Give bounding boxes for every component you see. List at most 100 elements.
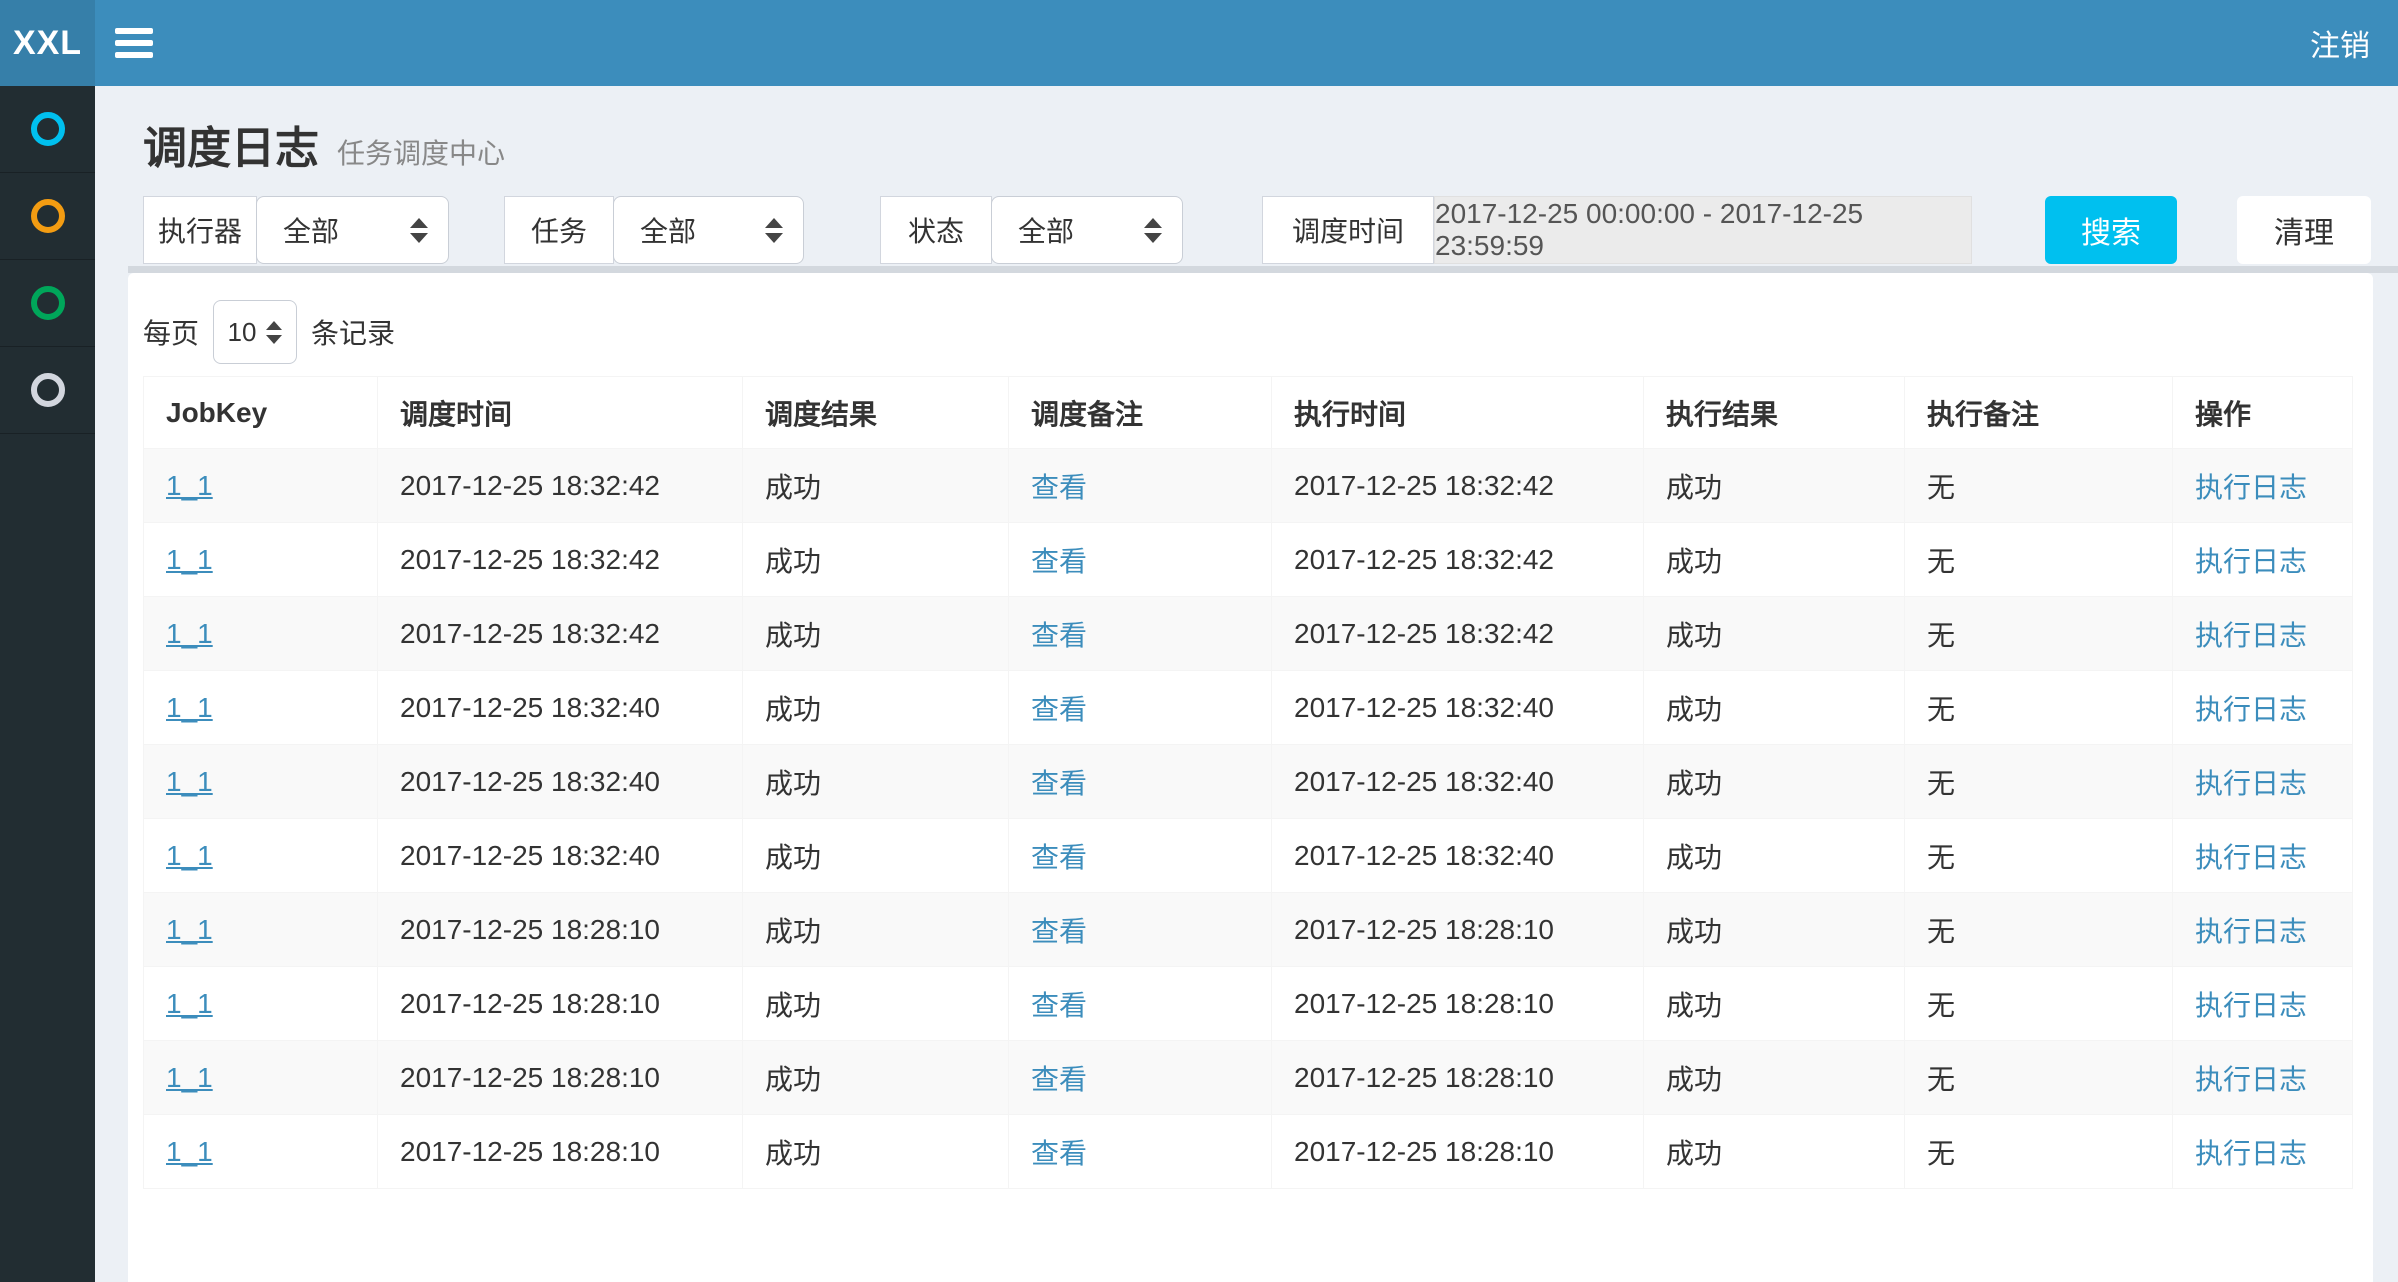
- trigger-result-cell: 成功: [743, 449, 1009, 523]
- col-handle-result: 执行结果: [1644, 377, 1905, 449]
- col-handle-msg: 执行备注: [1905, 377, 2173, 449]
- handle-time-cell: 2017-12-25 18:32:42: [1272, 449, 1644, 523]
- col-trigger-time: 调度时间: [378, 377, 743, 449]
- table-row: 1_1 2017-12-25 18:32:42 成功 查看 2017-12-25…: [144, 597, 2353, 671]
- handle-result-cell: 成功: [1644, 671, 1905, 745]
- handle-msg-cell: 无: [1905, 671, 2173, 745]
- job-key-link[interactable]: 1_1: [166, 1136, 213, 1167]
- status-filter-label: 状态: [880, 196, 992, 264]
- job-key-link[interactable]: 1_1: [166, 914, 213, 945]
- handle-time-cell: 2017-12-25 18:28:10: [1272, 1041, 1644, 1115]
- trigger-result-cell: 成功: [743, 893, 1009, 967]
- col-handle-time: 执行时间: [1272, 377, 1644, 449]
- trigger-msg-link[interactable]: 查看: [1031, 990, 1087, 1021]
- table-row: 1_1 2017-12-25 18:32:40 成功 查看 2017-12-25…: [144, 745, 2353, 819]
- handle-time-cell: 2017-12-25 18:28:10: [1272, 1115, 1644, 1189]
- exec-log-link[interactable]: 执行日志: [2195, 694, 2307, 725]
- app-logo: XXL: [0, 0, 95, 86]
- exec-log-link[interactable]: 执行日志: [2195, 842, 2307, 873]
- logout-button[interactable]: 注销: [2310, 21, 2370, 65]
- trigger-result-cell: 成功: [743, 1115, 1009, 1189]
- trigger-msg-link[interactable]: 查看: [1031, 472, 1087, 503]
- trigger-msg-link[interactable]: 查看: [1031, 1138, 1087, 1169]
- exec-log-link[interactable]: 执行日志: [2195, 768, 2307, 799]
- trigger-result-cell: 成功: [743, 597, 1009, 671]
- trigger-msg-link[interactable]: 查看: [1031, 546, 1087, 577]
- handle-result-cell: 成功: [1644, 523, 1905, 597]
- circle-o-icon: [31, 373, 65, 407]
- executor-select[interactable]: 全部: [256, 196, 449, 264]
- job-key-link[interactable]: 1_1: [166, 1062, 213, 1093]
- exec-log-link[interactable]: 执行日志: [2195, 620, 2307, 651]
- trigger-msg-link[interactable]: 查看: [1031, 1064, 1087, 1095]
- trigger-time-cell: 2017-12-25 18:32:40: [378, 671, 743, 745]
- handle-msg-cell: 无: [1905, 893, 2173, 967]
- sidebar-toggle-button[interactable]: [95, 0, 173, 86]
- trigger-time-range-input[interactable]: 2017-12-25 00:00:00 - 2017-12-25 23:59:5…: [1434, 196, 1972, 264]
- table-row: 1_1 2017-12-25 18:32:40 成功 查看 2017-12-25…: [144, 671, 2353, 745]
- executor-filter-label: 执行器: [143, 196, 257, 264]
- trigger-result-cell: 成功: [743, 671, 1009, 745]
- content-panel: 每页 10 条记录 JobKey 调度时间 调度结果 调度备注 执行时间 执行结…: [128, 273, 2373, 1282]
- circle-o-icon: [31, 112, 65, 146]
- trigger-time-cell: 2017-12-25 18:32:40: [378, 745, 743, 819]
- trigger-result-cell: 成功: [743, 967, 1009, 1041]
- clear-button[interactable]: 清理: [2237, 196, 2371, 264]
- exec-log-link[interactable]: 执行日志: [2195, 916, 2307, 947]
- exec-log-link[interactable]: 执行日志: [2195, 546, 2307, 577]
- job-select[interactable]: 全部: [613, 196, 804, 264]
- handle-result-cell: 成功: [1644, 745, 1905, 819]
- handle-result-cell: 成功: [1644, 819, 1905, 893]
- page-size-suffix: 条记录: [311, 312, 395, 352]
- content-area: 调度日志 任务调度中心 执行器 全部 任务 全部 状态 全部 调度时间 2017…: [95, 86, 2398, 1282]
- col-jobkey: JobKey: [144, 377, 378, 449]
- handle-result-cell: 成功: [1644, 893, 1905, 967]
- search-button[interactable]: 搜索: [2045, 196, 2177, 264]
- job-key-link[interactable]: 1_1: [166, 988, 213, 1019]
- trigger-msg-link[interactable]: 查看: [1031, 768, 1087, 799]
- handle-msg-cell: 无: [1905, 819, 2173, 893]
- sidebar-nav: [0, 86, 95, 1282]
- handle-result-cell: 成功: [1644, 597, 1905, 671]
- select-stepper-icon: [1144, 218, 1162, 243]
- handle-result-cell: 成功: [1644, 1115, 1905, 1189]
- page-size-select[interactable]: 10: [213, 300, 297, 364]
- log-table: JobKey 调度时间 调度结果 调度备注 执行时间 执行结果 执行备注 操作 …: [143, 376, 2353, 1189]
- trigger-msg-link[interactable]: 查看: [1031, 842, 1087, 873]
- trigger-time-cell: 2017-12-25 18:28:10: [378, 1041, 743, 1115]
- nav-item-1[interactable]: [0, 86, 95, 173]
- trigger-msg-link[interactable]: 查看: [1031, 694, 1087, 725]
- job-key-link[interactable]: 1_1: [166, 470, 213, 501]
- job-key-link[interactable]: 1_1: [166, 618, 213, 649]
- trigger-result-cell: 成功: [743, 523, 1009, 597]
- status-select[interactable]: 全部: [991, 196, 1183, 264]
- nav-item-2[interactable]: [0, 173, 95, 260]
- exec-log-link[interactable]: 执行日志: [2195, 990, 2307, 1021]
- job-key-link[interactable]: 1_1: [166, 766, 213, 797]
- handle-time-cell: 2017-12-25 18:32:40: [1272, 819, 1644, 893]
- handle-time-cell: 2017-12-25 18:28:10: [1272, 967, 1644, 1041]
- trigger-result-cell: 成功: [743, 745, 1009, 819]
- toolbar-divider: [128, 266, 2398, 273]
- trigger-msg-link[interactable]: 查看: [1031, 620, 1087, 651]
- exec-log-link[interactable]: 执行日志: [2195, 472, 2307, 503]
- nav-item-4[interactable]: [0, 347, 95, 434]
- table-row: 1_1 2017-12-25 18:32:42 成功 查看 2017-12-25…: [144, 449, 2353, 523]
- job-key-link[interactable]: 1_1: [166, 840, 213, 871]
- page-header: 调度日志 任务调度中心: [95, 86, 2398, 176]
- exec-log-link[interactable]: 执行日志: [2195, 1138, 2307, 1169]
- job-key-link[interactable]: 1_1: [166, 544, 213, 575]
- handle-msg-cell: 无: [1905, 1115, 2173, 1189]
- job-key-link[interactable]: 1_1: [166, 692, 213, 723]
- exec-log-link[interactable]: 执行日志: [2195, 1064, 2307, 1095]
- handle-msg-cell: 无: [1905, 597, 2173, 671]
- table-row: 1_1 2017-12-25 18:28:10 成功 查看 2017-12-25…: [144, 1115, 2353, 1189]
- trigger-time-cell: 2017-12-25 18:28:10: [378, 893, 743, 967]
- trigger-msg-link[interactable]: 查看: [1031, 916, 1087, 947]
- nav-item-3[interactable]: [0, 260, 95, 347]
- trigger-time-cell: 2017-12-25 18:32:42: [378, 523, 743, 597]
- log-table-header: JobKey 调度时间 调度结果 调度备注 执行时间 执行结果 执行备注 操作: [144, 377, 2353, 449]
- handle-msg-cell: 无: [1905, 523, 2173, 597]
- table-row: 1_1 2017-12-25 18:28:10 成功 查看 2017-12-25…: [144, 893, 2353, 967]
- select-stepper-icon: [410, 218, 428, 243]
